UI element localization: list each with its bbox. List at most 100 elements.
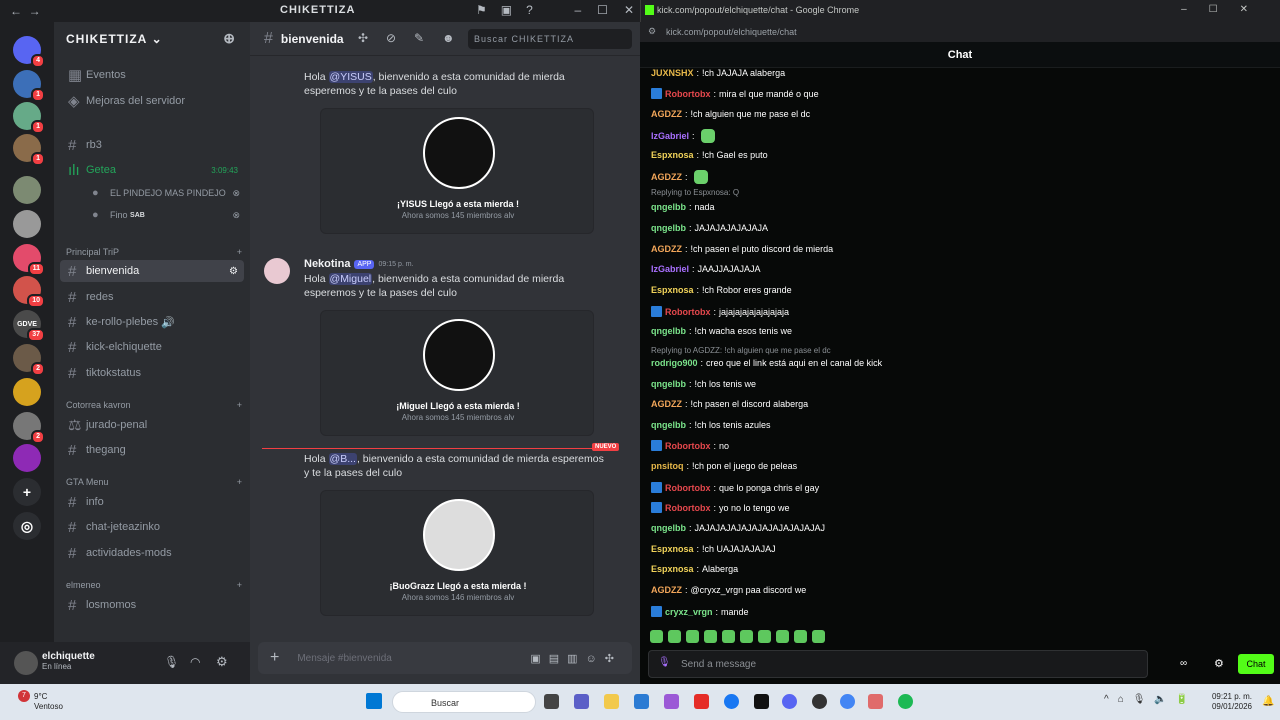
boost-item[interactable]: ◈ Mejoras del servidor xyxy=(60,90,244,112)
chat-username[interactable]: JUXNSHX xyxy=(651,68,694,78)
chat-message[interactable]: qngelbb: !ch los tenis we xyxy=(651,379,756,389)
tray-icons[interactable]: ^⌂🎙🔈🔋 xyxy=(1104,694,1197,705)
chat-username[interactable]: rodrigo900 xyxy=(651,358,698,368)
flag-icon[interactable]: ⚑ xyxy=(476,3,487,17)
chat-app-icon[interactable] xyxy=(574,694,589,709)
emote-icon[interactable] xyxy=(794,630,807,643)
chat-message[interactable]: AGDZZ: @cryxz_vrgn paa discord we xyxy=(651,585,806,595)
emote-icon[interactable] xyxy=(722,630,735,643)
chat-message[interactable]: cryxz_vrgn: mande xyxy=(651,606,749,617)
voice-member[interactable]: ● EL PINDEJO MAS PINDEJO ⊗ xyxy=(84,182,244,204)
kick-chat-messages[interactable]: JUXNSHX: !ch JAJAJA alaberga Robortobx: mir… xyxy=(640,68,1280,648)
server-icon[interactable]: 4 xyxy=(13,36,45,68)
server-icon[interactable]: 11 xyxy=(13,244,45,276)
guild-header[interactable]: CHIKETTIZA ⌄ ⊕ xyxy=(54,22,250,56)
start-icon[interactable] xyxy=(366,693,382,709)
invite-icon[interactable]: ⊕ xyxy=(223,30,236,47)
chat-username[interactable]: qngelbb xyxy=(651,379,686,389)
server-icon[interactable]: 2 xyxy=(13,344,45,376)
chat-username[interactable]: qngelbb xyxy=(651,202,686,212)
address-bar[interactable]: ⚙ kick.com/popout/elchiquette/chat xyxy=(640,22,1280,42)
server-icon[interactable] xyxy=(13,378,41,406)
server-icon[interactable]: 1 xyxy=(13,134,45,166)
channel-kick-elchiquette[interactable]: # kick-elchiquette xyxy=(60,336,244,358)
add-channel-icon[interactable]: + xyxy=(237,580,242,590)
file-explorer-icon[interactable] xyxy=(604,694,619,709)
chat-username[interactable]: Espxnosa xyxy=(651,150,694,160)
server-icon[interactable]: 1 xyxy=(13,70,45,102)
chat-username[interactable]: Robortobx xyxy=(665,307,711,317)
members-icon[interactable]: ☻ xyxy=(442,31,455,45)
chat-username[interactable]: Espxnosa xyxy=(651,285,694,295)
infinity-icon[interactable]: ∞ xyxy=(1180,658,1187,669)
taskbar-search[interactable]: Buscar xyxy=(392,691,536,713)
gear-icon[interactable]: ⚙ xyxy=(216,654,228,670)
chat-message[interactable]: Robortobx: mira el que mandé o que xyxy=(651,88,819,99)
composer-tools-icon[interactable]: ▣▤▥☺✣ xyxy=(530,652,622,665)
mute-icon[interactable]: ⊘ xyxy=(386,31,396,45)
message-input[interactable]: Mensaje #bienvenida xyxy=(297,653,392,664)
chat-username[interactable]: qngelbb xyxy=(651,223,686,233)
add-channel-icon[interactable]: + xyxy=(237,400,242,410)
chat-message[interactable]: qngelbb: nada xyxy=(651,202,715,212)
reply-indicator[interactable]: Replying to Espxnosa: Q xyxy=(651,188,739,197)
server-icon[interactable] xyxy=(13,210,41,238)
chat-username[interactable]: qngelbb xyxy=(651,523,686,533)
chat-message[interactable]: Robortobx: jajajajajajajajajaja xyxy=(651,306,789,317)
chat-username[interactable]: AGDZZ xyxy=(651,399,682,409)
facebook-icon[interactable] xyxy=(724,694,739,709)
mention[interactable]: @Miguel xyxy=(328,273,373,285)
emote-icon[interactable] xyxy=(686,630,699,643)
chat-username[interactable]: Espxnosa xyxy=(651,544,694,554)
notification-icon[interactable]: 🔔 xyxy=(1262,696,1274,707)
gear-icon[interactable]: ⚙ xyxy=(1214,657,1224,670)
emote-icon[interactable] xyxy=(704,630,717,643)
emote-icon[interactable] xyxy=(668,630,681,643)
chat-message[interactable]: Robortobx: yo no lo tengo we xyxy=(651,502,790,513)
discord-icon[interactable] xyxy=(782,694,797,709)
chat-username[interactable]: qngelbb xyxy=(651,326,686,336)
mention[interactable]: @YISUS xyxy=(328,71,373,83)
emote-icon[interactable] xyxy=(812,630,825,643)
chat-message[interactable]: AGDZZ: !ch alguien que me pase el dc xyxy=(651,109,810,119)
category-header[interactable]: elmeneo + xyxy=(66,580,242,590)
chat-message[interactable]: AGDZZ: xyxy=(651,170,708,184)
add-attachment-icon[interactable]: + xyxy=(270,649,279,667)
gear-icon[interactable]: ⚙ xyxy=(229,266,238,277)
discover-icon[interactable]: ◎ xyxy=(13,512,41,540)
send-chat-button[interactable]: Chat xyxy=(1238,654,1274,674)
category-header[interactable]: Principal TriP + xyxy=(66,247,242,257)
chat-message[interactable]: rodrigo900: creo que el link está aqui en… xyxy=(651,358,882,368)
threads-icon[interactable]: ✣ xyxy=(358,31,368,45)
chat-message[interactable]: qngelbb: JAJAJAJAJAJAJA xyxy=(651,223,768,233)
channel-thegang[interactable]: # thegang xyxy=(60,439,244,461)
clock[interactable]: 09:21 p. m. 09/01/2026 xyxy=(1208,692,1252,712)
chat-message[interactable]: Robortobx: no xyxy=(651,440,729,451)
chat-message[interactable]: Espxnosa: Alaberga xyxy=(651,564,738,574)
chat-message[interactable]: qngelbb: JAJAJAJAJAJAJAJAJAJAJAJAJ xyxy=(651,523,825,533)
chat-message[interactable]: AGDZZ: !ch pasen el puto discord de mierd… xyxy=(651,244,833,254)
server-icon[interactable] xyxy=(13,176,41,204)
mention[interactable]: @B... xyxy=(328,453,357,465)
text-app-icon[interactable] xyxy=(868,694,883,709)
emote-icon[interactable] xyxy=(758,630,771,643)
netflix-icon[interactable] xyxy=(754,694,769,709)
chat-message[interactable]: Espxnosa: !ch UAJAJAJAJAJ xyxy=(651,544,776,554)
chat-message[interactable]: IzGabriel: xyxy=(651,129,715,143)
chat-message[interactable]: Espxnosa: !ch Robor eres grande xyxy=(651,285,792,295)
chat-username[interactable]: cryxz_vrgn xyxy=(665,607,713,617)
message-composer[interactable]: + Mensaje #bienvenida ▣▤▥☺✣ xyxy=(258,642,632,674)
emote-icon[interactable] xyxy=(740,630,753,643)
channel-actividades-mods[interactable]: # actividades-mods xyxy=(60,542,244,564)
voice-member[interactable]: ● Fino SAB ⊗ xyxy=(84,204,244,226)
maximize-icon[interactable]: ☐ xyxy=(597,3,608,17)
avatar[interactable] xyxy=(264,258,290,284)
chat-message[interactable]: AGDZZ: !ch pasen el discord alaberga xyxy=(651,399,808,409)
events-item[interactable]: ▦ Eventos xyxy=(60,64,244,86)
spotify-icon[interactable] xyxy=(898,694,913,709)
chat-username[interactable]: Robortobx xyxy=(665,441,711,451)
chat-message[interactable]: Robortobx: que lo ponga chris el gay xyxy=(651,482,819,493)
chat-message[interactable]: IzGabriel: JAAJJAJAJAJA xyxy=(651,264,761,274)
site-info-icon[interactable]: ⚙ xyxy=(648,26,656,37)
server-icon[interactable]: 1 xyxy=(13,102,45,134)
